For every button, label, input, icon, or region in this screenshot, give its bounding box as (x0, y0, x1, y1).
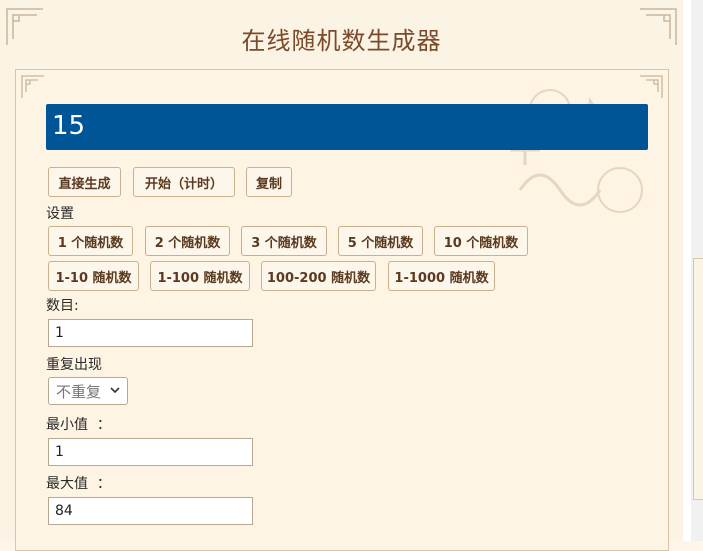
preset-count-5-button[interactable]: 5 个随机数 (338, 226, 423, 256)
repeat-label: 重复出现 (46, 357, 102, 373)
header: 在线随机数生成器 (0, 0, 683, 64)
preset-count-1-button[interactable]: 1 个随机数 (48, 226, 133, 256)
settings-label: 设置 (46, 206, 74, 222)
min-label: 最小值 ： (46, 417, 111, 433)
preset-range-1-100-button[interactable]: 1-100 随机数 (150, 261, 250, 291)
result-display: 15 (46, 104, 648, 150)
count-input[interactable]: 1 (48, 319, 253, 347)
min-input[interactable]: 1 (48, 438, 253, 466)
ornament-corner-icon (20, 74, 46, 100)
result-value: 15 (52, 111, 86, 141)
preset-count-2-button[interactable]: 2 个随机数 (145, 226, 230, 256)
preset-count-10-button[interactable]: 10 个随机数 (434, 226, 528, 256)
repeat-select[interactable]: 不重复 (48, 377, 128, 405)
max-label: 最大值 ： (46, 476, 111, 492)
page-title: 在线随机数生成器 (241, 27, 442, 55)
copy-button[interactable]: 复制 (246, 167, 292, 197)
preset-range-100-200-button[interactable]: 100-200 随机数 (261, 261, 376, 291)
preset-range-1-1000-button[interactable]: 1-1000 随机数 (388, 261, 495, 291)
decorative-digits-icon (510, 89, 643, 213)
ornament-corner-icon (638, 7, 678, 47)
page-frame: 在线随机数生成器 15 直接生成 开始（计时） 复制 设置 1 个随机数 2 个… (0, 0, 684, 551)
start-timer-button[interactable]: 开始（计时） (133, 167, 235, 197)
preset-count-3-button[interactable]: 3 个随机数 (241, 226, 327, 256)
repeat-select-value: 不重复 (56, 382, 102, 401)
generate-button[interactable]: 直接生成 (48, 167, 121, 197)
chevron-down-icon (110, 387, 120, 394)
side-panel-edge (693, 258, 703, 500)
max-input[interactable]: 84 (48, 497, 253, 525)
count-label: 数目: (46, 298, 79, 314)
preset-range-1-10-button[interactable]: 1-10 随机数 (48, 261, 139, 291)
